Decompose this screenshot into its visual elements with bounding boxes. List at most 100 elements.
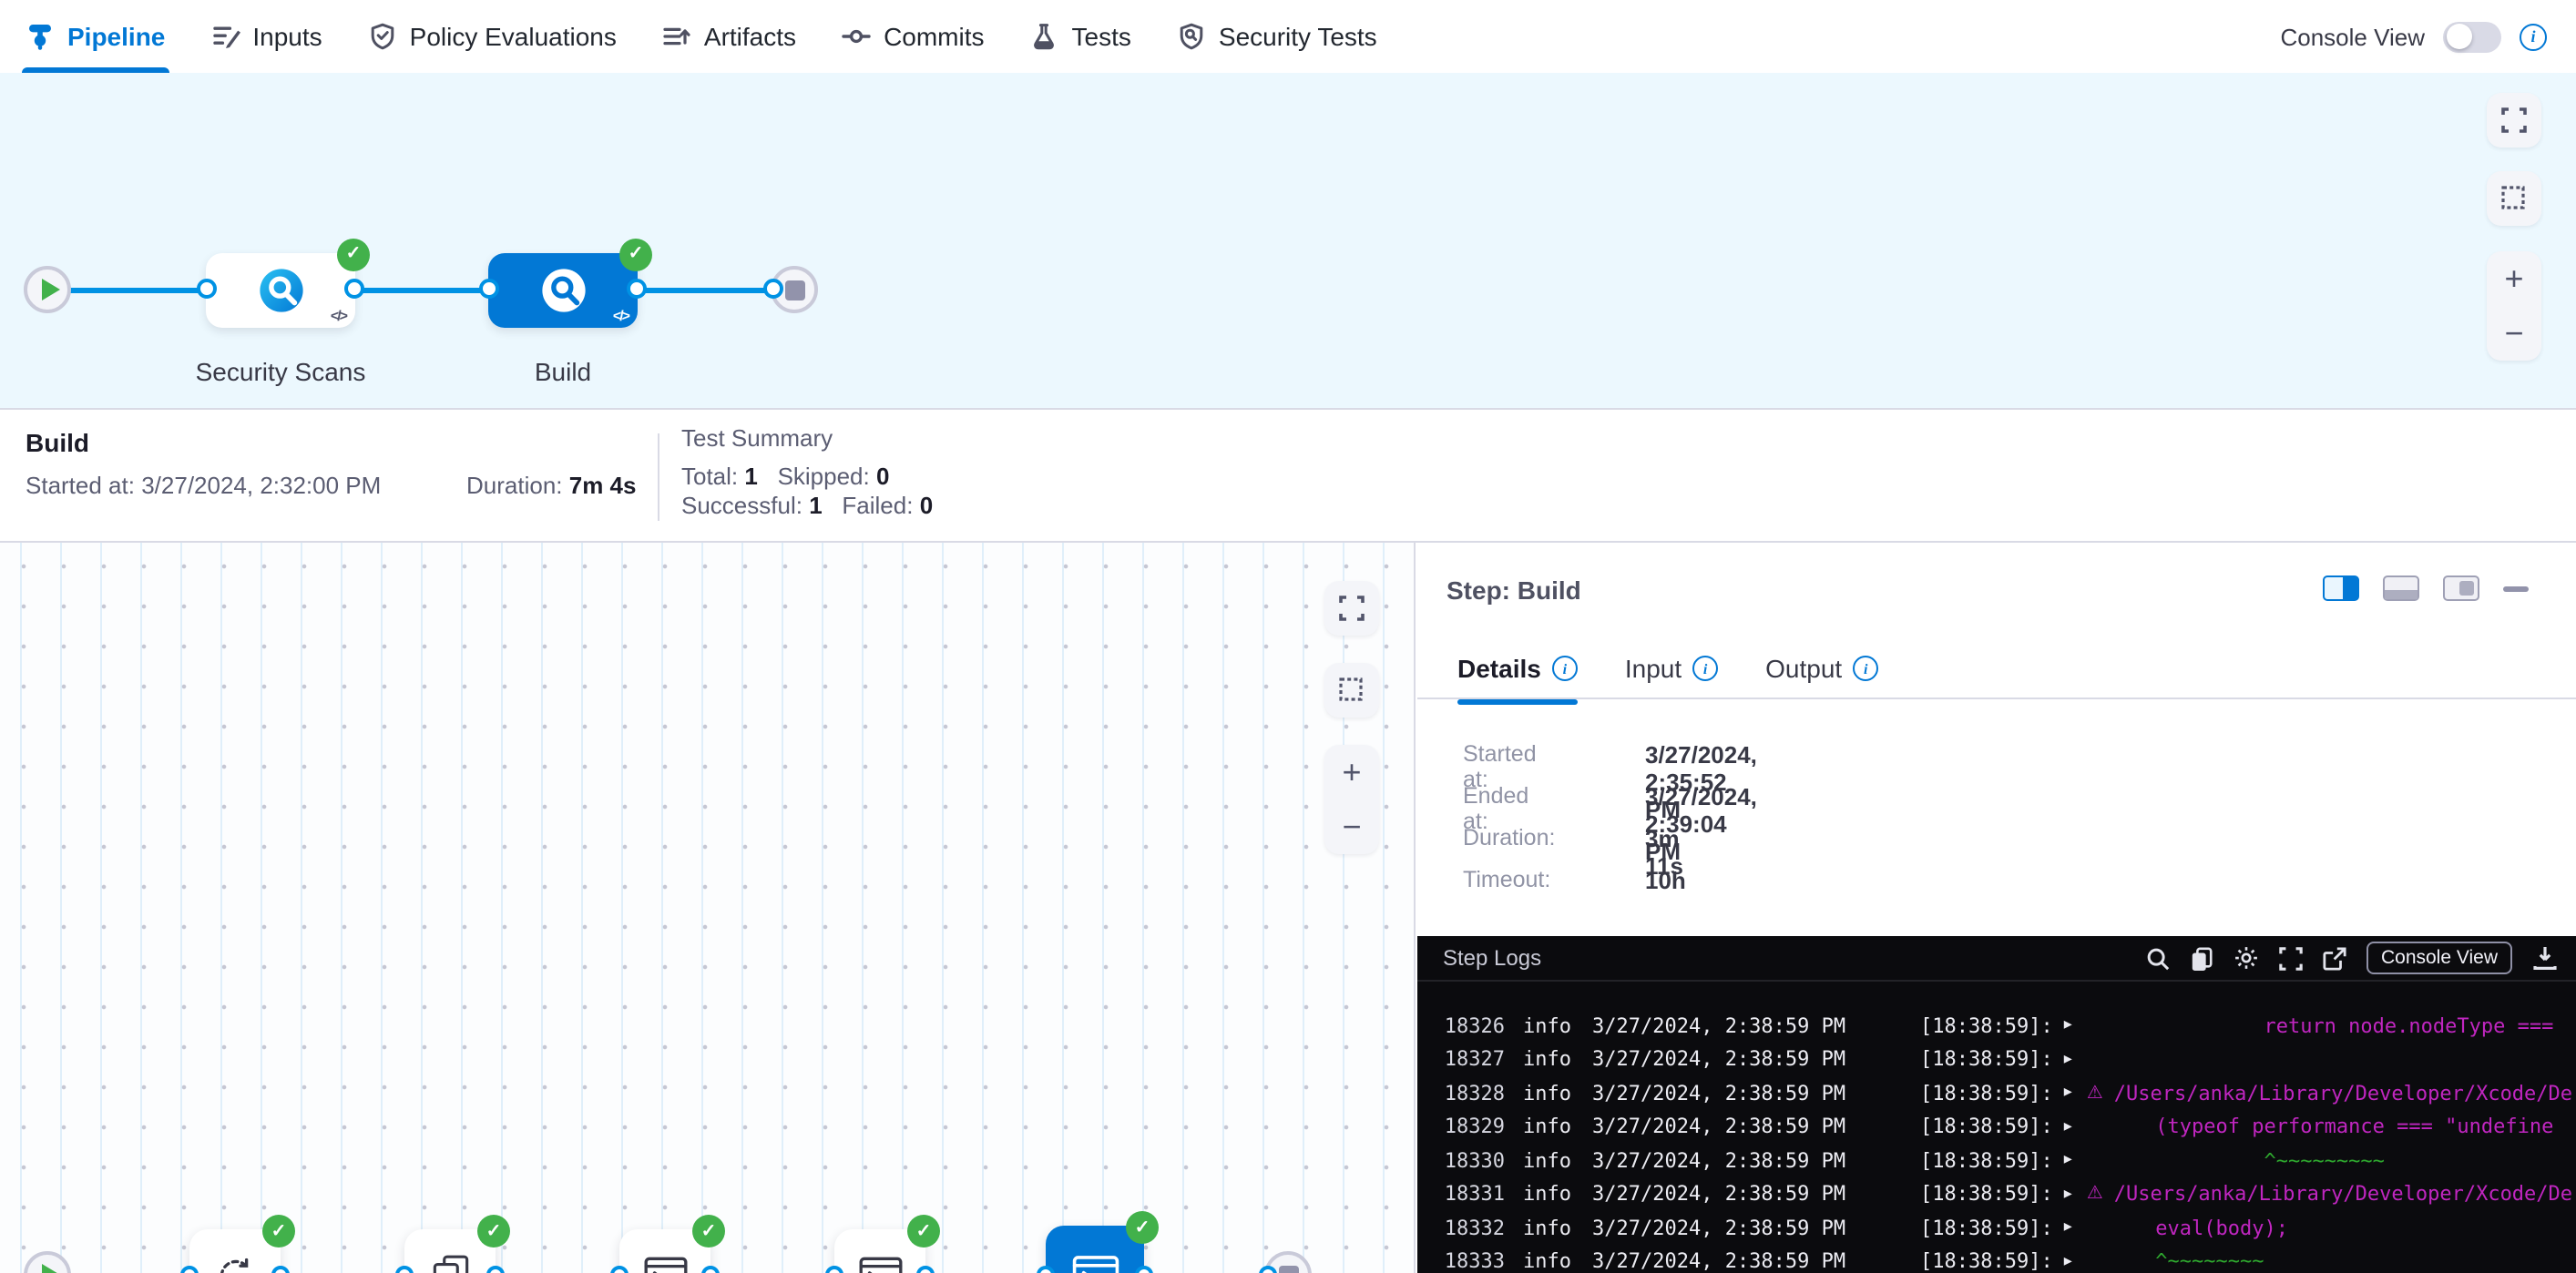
info-icon[interactable]: i [1552, 656, 1578, 681]
log-expand-caret[interactable]: ▸ [2064, 1017, 2072, 1035]
log-line-number: 18327 [1417, 1048, 1505, 1072]
log-expand-caret[interactable]: ▸ [2064, 1152, 2072, 1170]
step-node-clone-codebase[interactable]: ✓ </> [404, 1229, 496, 1273]
log-message: ^~~~~~~~~ [2083, 1250, 2264, 1273]
tab-label: Artifacts [704, 22, 796, 51]
step-node-install-build-dependencies[interactable]: ✓ </> [834, 1229, 925, 1273]
pipeline-start-node[interactable] [24, 266, 71, 313]
steps-start-node[interactable] [24, 1251, 71, 1273]
log-time: [18:38:59]: [1920, 1115, 2053, 1139]
stage-graph-canvas[interactable]: ✓ </> ✓ </> Security Scans Build + − [0, 73, 2576, 408]
log-expand-caret[interactable]: ▸ [2064, 1186, 2072, 1204]
log-row: 18332 info 3/27/2024, 2:38:59 PM [18:38:… [1417, 1211, 2576, 1245]
success-check-badge: ✓ [477, 1215, 510, 1248]
zoom-in-button[interactable]: + [2487, 251, 2541, 306]
log-line-number: 18329 [1417, 1115, 1505, 1139]
zoom-out-button[interactable]: − [1324, 799, 1379, 854]
tab-artifacts[interactable]: Artifacts [662, 0, 796, 73]
zoom-in-button[interactable]: + [1324, 745, 1379, 799]
zoom-controls: + − [1324, 745, 1379, 854]
fullscreen-button[interactable] [2487, 93, 2541, 148]
tab-label: Pipeline [67, 22, 165, 51]
log-warning-icon: ⚠ [2087, 1084, 2103, 1104]
layout-split-right-icon[interactable] [2323, 575, 2359, 601]
log-expand-caret[interactable]: ▸ [2064, 1253, 2072, 1271]
shield-check-icon [368, 22, 397, 51]
test-summary-row-1: Total: 1 Skipped: 0 [681, 463, 889, 490]
tab-security-tests[interactable]: Security Tests [1177, 0, 1377, 73]
log-row: 18329 info 3/27/2024, 2:38:59 PM [18:38:… [1417, 1110, 2576, 1144]
step-logs-body[interactable]: 18326 info 3/27/2024, 2:38:59 PM [18:38:… [1417, 982, 2576, 1273]
shield-search-icon [1177, 22, 1206, 51]
tab-label: Output [1765, 654, 1842, 683]
commit-icon [842, 22, 871, 51]
zoom-out-button[interactable]: − [2487, 306, 2541, 361]
log-level: info [1523, 1149, 1578, 1173]
success-check-badge: ✓ [907, 1215, 940, 1248]
marquee-select-button[interactable] [2487, 171, 2541, 226]
test-summary-title: Test Summary [681, 424, 833, 452]
tab-input[interactable]: Input i [1625, 637, 1718, 699]
stage-summary-bar: Build Started at: 3/27/2024, 2:32:00 PM … [0, 408, 2576, 543]
log-expand-caret[interactable]: ▸ [2064, 1051, 2072, 1069]
tab-commits[interactable]: Commits [842, 0, 984, 73]
console-view-button[interactable]: Console View [2366, 942, 2512, 974]
tab-output[interactable]: Output i [1765, 637, 1878, 699]
marquee-select-button[interactable] [1324, 663, 1379, 718]
log-date: 3/27/2024, 2:38:59 PM [1592, 1217, 1880, 1240]
tab-details[interactable]: Details i [1457, 637, 1578, 699]
initialize-icon [210, 1250, 260, 1273]
log-warning-icon: ⚠ [2087, 1185, 2103, 1205]
search-icon[interactable] [2146, 946, 2170, 970]
fullscreen-icon[interactable] [2279, 946, 2303, 970]
log-row: 18333 info 3/27/2024, 2:38:59 PM [18:38:… [1417, 1245, 2576, 1273]
step-node-run-npm-tests[interactable]: ✓ </> [619, 1229, 710, 1273]
step-node-build[interactable]: ✓ </> [1046, 1226, 1144, 1273]
log-date: 3/27/2024, 2:38:59 PM [1592, 1115, 1880, 1139]
stage-link [66, 287, 208, 292]
tab-inputs[interactable]: Inputs [210, 0, 322, 73]
download-icon[interactable] [2532, 945, 2558, 971]
log-expand-caret[interactable]: ▸ [2064, 1118, 2072, 1136]
layout-drawer-icon[interactable] [2443, 575, 2479, 601]
stage-node-build[interactable]: ✓ </> [488, 252, 638, 327]
code-glyph: </> [613, 307, 629, 323]
tab-pipeline[interactable]: Pipeline [26, 0, 165, 73]
fullscreen-button[interactable] [1324, 581, 1379, 636]
stop-icon [784, 280, 804, 300]
layout-bottom-icon[interactable] [2383, 575, 2419, 601]
step-logs-toolbar: Step Logs Console View [1417, 936, 2576, 982]
stage-label[interactable]: Build [535, 357, 591, 386]
info-icon[interactable]: i [1692, 656, 1718, 681]
log-level: info [1523, 1115, 1578, 1139]
success-check-badge: ✓ [262, 1215, 295, 1248]
tab-policy-evaluations[interactable]: Policy Evaluations [368, 0, 617, 73]
log-line-number: 18332 [1417, 1217, 1505, 1240]
log-message: ^~~~~~~~~~ [2083, 1149, 2385, 1173]
code-glyph: </> [331, 307, 346, 323]
stage-node-security-scans[interactable]: ✓ </> [206, 252, 355, 327]
log-level: info [1523, 1014, 1578, 1038]
copy-icon[interactable] [2190, 946, 2213, 970]
log-message: eval(body); [2083, 1217, 2288, 1240]
step-node-initialize[interactable]: ✓ </> [189, 1229, 281, 1273]
console-view-toggle[interactable] [2443, 21, 2501, 52]
step-panel-title: Step: Build [1446, 575, 1581, 605]
log-expand-caret[interactable]: ▸ [2064, 1219, 2072, 1237]
minimize-panel-icon[interactable] [2503, 586, 2529, 591]
log-expand-caret[interactable]: ▸ [2064, 1085, 2072, 1103]
log-level: info [1523, 1183, 1578, 1207]
info-icon[interactable]: i [1853, 656, 1878, 681]
stage-label[interactable]: Security Scans [196, 357, 366, 386]
gear-icon[interactable] [2234, 945, 2259, 971]
step-graph-canvas[interactable]: ✓ </> ✓ </> ✓ </> ✓ </> [0, 543, 1416, 1273]
log-time: [18:38:59]: [1920, 1217, 2053, 1240]
info-icon[interactable]: i [2520, 23, 2547, 50]
build-stage-icon [538, 265, 588, 314]
flask-icon [1030, 22, 1059, 51]
marquee-select-icon [1339, 677, 1365, 703]
log-level: info [1523, 1250, 1578, 1273]
tab-tests[interactable]: Tests [1030, 0, 1131, 73]
external-link-icon[interactable] [2323, 946, 2346, 970]
log-row: 18327 info 3/27/2024, 2:38:59 PM [18:38:… [1417, 1043, 2576, 1076]
